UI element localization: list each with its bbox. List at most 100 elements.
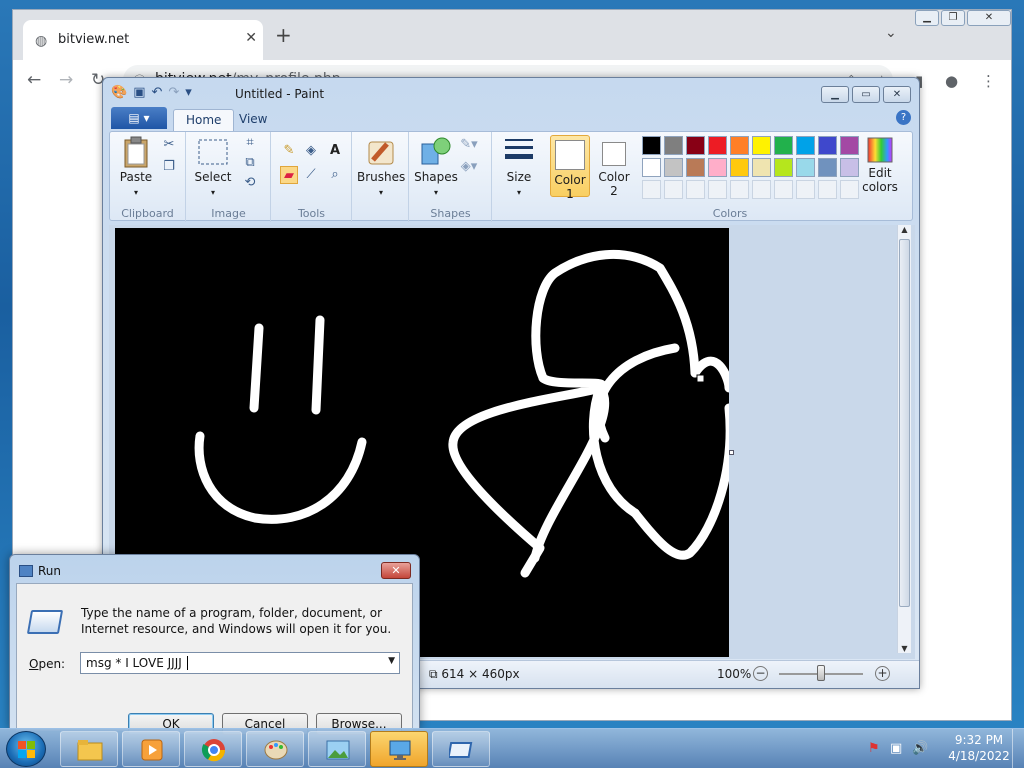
resize-handle[interactable] bbox=[696, 374, 705, 383]
close-button[interactable]: ✕ bbox=[967, 10, 1011, 26]
clock-time[interactable]: 9:32 PM bbox=[944, 733, 1014, 747]
close-button[interactable]: ✕ bbox=[883, 86, 911, 103]
palette-swatch-empty[interactable] bbox=[664, 180, 683, 199]
combo-dropdown-icon[interactable]: ▼ bbox=[388, 656, 395, 666]
zoom-slider-thumb[interactable] bbox=[817, 665, 825, 681]
size-button[interactable]: Size ▾ bbox=[497, 136, 541, 198]
taskbar-remote-desktop[interactable] bbox=[370, 731, 428, 767]
action-center-alert-icon[interactable]: ⚑ bbox=[868, 741, 880, 756]
text-tool-icon[interactable]: A bbox=[326, 142, 344, 160]
taskbar-explorer[interactable] bbox=[60, 731, 118, 767]
show-desktop-button[interactable] bbox=[1012, 729, 1024, 768]
palette-swatch[interactable] bbox=[796, 136, 815, 155]
palette-swatch[interactable] bbox=[774, 136, 793, 155]
tab-search-chevron-icon[interactable]: ⌄ bbox=[885, 25, 897, 41]
run-close-button[interactable]: ✕ bbox=[381, 562, 411, 579]
taskbar-chrome[interactable] bbox=[184, 731, 242, 767]
palette-swatch-empty[interactable] bbox=[752, 180, 771, 199]
magnifier-icon[interactable]: ⌕ bbox=[326, 166, 344, 184]
open-combobox[interactable]: msg * I LOVE JJJJ ▼ bbox=[80, 652, 400, 674]
palette-swatch[interactable] bbox=[796, 158, 815, 177]
outline-icon[interactable]: ✎▾ bbox=[460, 136, 478, 154]
crop-icon[interactable]: ⌗ bbox=[241, 134, 259, 152]
scroll-up-icon[interactable]: ▲ bbox=[898, 225, 911, 234]
palette-swatch[interactable] bbox=[708, 158, 727, 177]
fill-icon[interactable]: ◈▾ bbox=[460, 158, 478, 176]
resize-icon[interactable]: ⧉ bbox=[241, 154, 259, 172]
forward-arrow-icon[interactable]: → bbox=[59, 70, 73, 90]
start-button[interactable] bbox=[6, 731, 46, 767]
new-tab-button[interactable]: + bbox=[275, 23, 292, 47]
cut-icon[interactable]: ✂ bbox=[160, 136, 178, 154]
palette-swatch-empty[interactable] bbox=[642, 180, 661, 199]
paint-menu-button[interactable]: ▤ ▾ bbox=[111, 107, 167, 129]
palette-swatch-empty[interactable] bbox=[796, 180, 815, 199]
fill-bucket-icon[interactable]: ◈ bbox=[302, 142, 320, 160]
vertical-scrollbar[interactable]: ▲ ▼ bbox=[897, 225, 911, 653]
eraser-icon[interactable]: ▰ bbox=[280, 166, 298, 184]
more-menu-icon[interactable]: ⋮ bbox=[981, 72, 996, 90]
undo-icon[interactable]: ↶ bbox=[151, 85, 162, 100]
select-button[interactable]: Select ▾ bbox=[193, 136, 233, 198]
tab-bitview[interactable]: ◍ bitview.net ✕ bbox=[23, 20, 263, 60]
paste-button[interactable]: Paste ▾ bbox=[116, 136, 156, 198]
palette-swatch[interactable] bbox=[642, 158, 661, 177]
maximize-button[interactable]: ❐ bbox=[941, 10, 965, 26]
rotate-icon[interactable]: ⟲ bbox=[241, 174, 259, 192]
back-arrow-icon[interactable]: ← bbox=[27, 70, 41, 90]
volume-icon[interactable]: 🔊 bbox=[912, 741, 928, 756]
zoom-in-button[interactable]: + bbox=[875, 666, 890, 681]
palette-swatch[interactable] bbox=[642, 136, 661, 155]
edit-colors-button[interactable]: Edit colors bbox=[854, 136, 906, 194]
palette-swatch[interactable] bbox=[686, 158, 705, 177]
palette-swatch[interactable] bbox=[818, 136, 837, 155]
palette-swatch[interactable] bbox=[664, 158, 683, 177]
customize-qat-icon[interactable]: ▾ bbox=[185, 85, 192, 100]
scrollbar-thumb[interactable] bbox=[899, 239, 910, 607]
palette-swatch-empty[interactable] bbox=[730, 180, 749, 199]
palette-swatch[interactable] bbox=[774, 158, 793, 177]
zoom-out-button[interactable]: − bbox=[753, 666, 768, 681]
taskbar-photo-viewer[interactable] bbox=[308, 731, 366, 767]
copy-icon[interactable]: ❐ bbox=[160, 158, 178, 176]
color1-button[interactable]: Color 1 bbox=[550, 135, 590, 201]
taskbar-paint-pinned[interactable] bbox=[246, 731, 304, 767]
color2-button[interactable]: Color 2 bbox=[594, 135, 634, 198]
palette-swatch-empty[interactable] bbox=[686, 180, 705, 199]
scroll-down-icon[interactable]: ▼ bbox=[898, 644, 911, 653]
paint-app-icon[interactable]: 🎨 bbox=[111, 85, 127, 100]
clock-date[interactable]: 4/18/2022 bbox=[944, 749, 1014, 763]
maximize-button[interactable]: ▭ bbox=[852, 86, 880, 103]
colors-label: Colors bbox=[712, 207, 748, 220]
palette-swatch-empty[interactable] bbox=[774, 180, 793, 199]
palette-swatch[interactable] bbox=[752, 158, 771, 177]
taskbar-run-dialog[interactable] bbox=[432, 731, 490, 767]
tab-view[interactable]: View bbox=[227, 109, 279, 131]
minimize-button[interactable]: ▁ bbox=[821, 86, 849, 103]
palette-swatch[interactable] bbox=[686, 136, 705, 155]
redo-icon[interactable]: ↷ bbox=[168, 85, 179, 100]
taskbar-media-player[interactable] bbox=[122, 731, 180, 767]
tab-home[interactable]: Home bbox=[173, 109, 235, 131]
palette-swatch[interactable] bbox=[818, 158, 837, 177]
palette-swatch-empty[interactable] bbox=[708, 180, 727, 199]
palette-swatch[interactable] bbox=[730, 158, 749, 177]
palette-swatch[interactable] bbox=[752, 136, 771, 155]
pencil-icon[interactable]: ✎ bbox=[280, 142, 298, 160]
open-input-value[interactable]: msg * I LOVE JJJJ bbox=[86, 656, 188, 670]
save-icon[interactable]: ▣ bbox=[133, 85, 145, 100]
close-tab-icon[interactable]: ✕ bbox=[245, 30, 257, 46]
color-picker-icon[interactable]: ⟋ bbox=[302, 166, 320, 184]
palette-swatch[interactable] bbox=[708, 136, 727, 155]
palette-swatch[interactable] bbox=[730, 136, 749, 155]
network-icon[interactable]: ▣ bbox=[890, 741, 902, 756]
palette-swatch[interactable] bbox=[664, 136, 683, 155]
brushes-button[interactable]: Brushes ▾ bbox=[357, 136, 405, 198]
profile-avatar-icon[interactable]: ● bbox=[945, 72, 958, 90]
minimize-button[interactable]: ▁ bbox=[915, 10, 939, 26]
image-group: Select ▾ ⌗ ⧉ ⟲ Image bbox=[187, 132, 271, 222]
shapes-button[interactable]: Shapes ▾ bbox=[414, 136, 458, 198]
canvas-resize-handle-right[interactable] bbox=[729, 450, 734, 455]
palette-swatch-empty[interactable] bbox=[818, 180, 837, 199]
help-icon[interactable]: ? bbox=[896, 110, 911, 125]
